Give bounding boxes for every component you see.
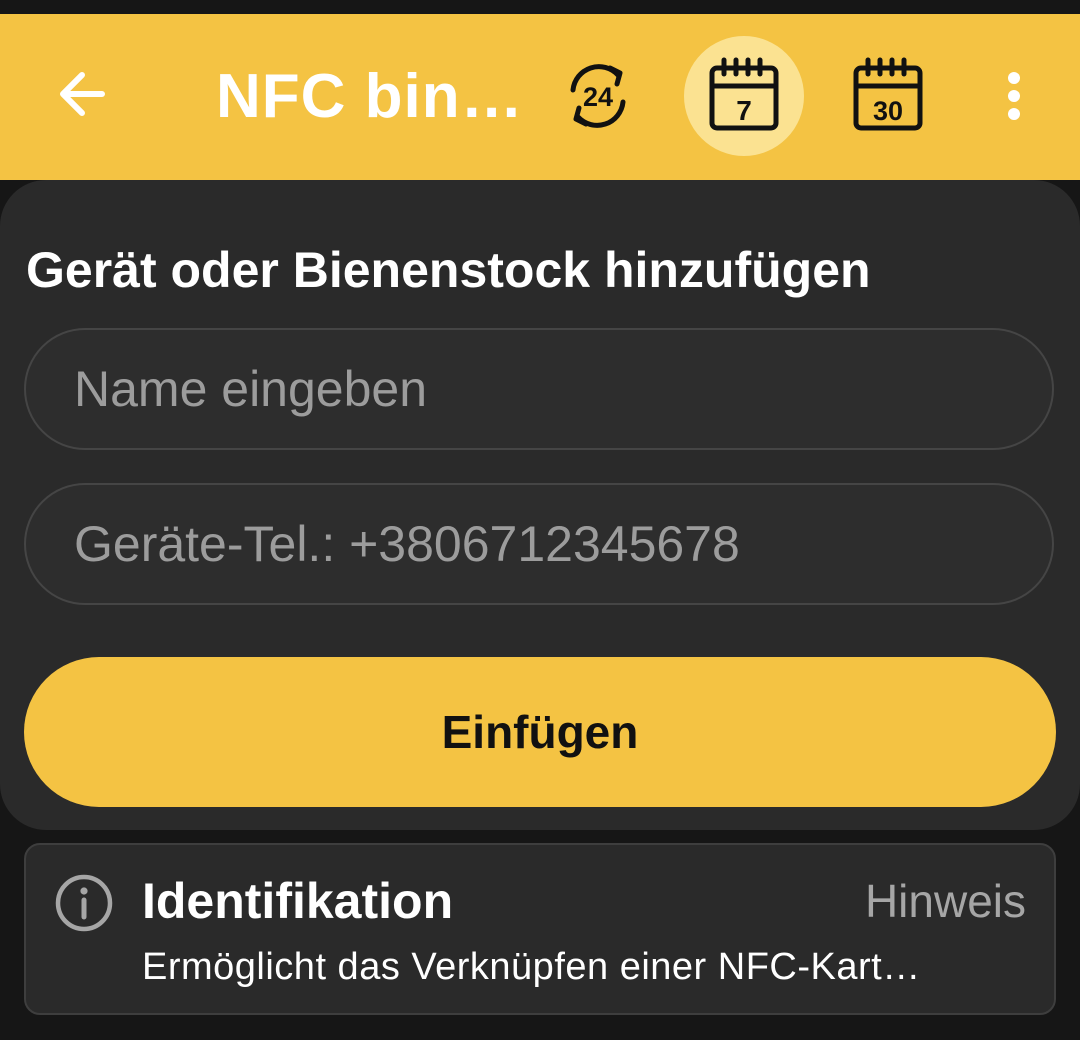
form-title: Gerät oder Bienenstock hinzufügen: [26, 242, 871, 298]
calendar-30-icon: 30: [853, 57, 923, 131]
info-circle-icon: [55, 874, 113, 932]
info-card[interactable]: Identifikation Hinweis Ermöglicht das Ve…: [24, 843, 1056, 1015]
period-24h-label: 24: [583, 82, 613, 112]
more-options-button[interactable]: [984, 54, 1044, 138]
status-bar: [0, 0, 1080, 14]
more-vert-icon: [1008, 72, 1020, 120]
period-7d-button[interactable]: 7: [684, 36, 804, 156]
info-title: Identifikation: [142, 873, 454, 929]
24-hours-icon: 24: [570, 64, 626, 128]
arrow-left-icon: [60, 72, 105, 116]
name-field[interactable]: [24, 328, 1054, 450]
info-description: Ermöglicht das Verknüpfen einer NFC-Kart…: [142, 946, 921, 988]
period-30d-button[interactable]: 30: [828, 36, 948, 156]
hint-link[interactable]: Hinweis: [865, 873, 1026, 929]
calendar-7-icon: 7: [709, 57, 779, 131]
app-bar: NFC bin… 24 7 30: [0, 14, 1080, 180]
phone-field[interactable]: [24, 483, 1054, 605]
name-input[interactable]: [74, 330, 1014, 448]
insert-button[interactable]: Einfügen: [24, 657, 1056, 807]
period-24h-button[interactable]: 24: [538, 36, 658, 156]
period-7d-label: 7: [736, 95, 752, 126]
back-button[interactable]: [40, 52, 124, 136]
app-title: NFC bin…: [216, 62, 524, 131]
period-30d-label: 30: [873, 96, 903, 126]
phone-input[interactable]: [74, 485, 1014, 603]
